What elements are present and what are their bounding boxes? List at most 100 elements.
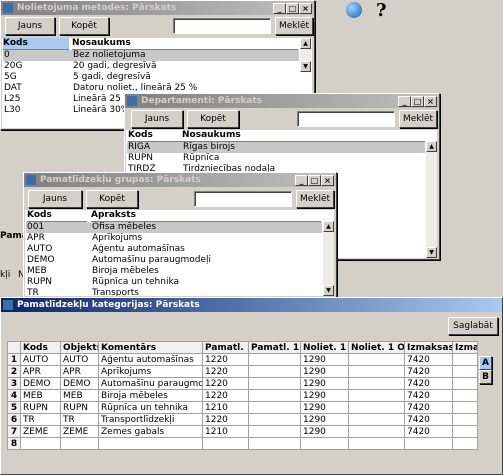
table-cell[interactable]: DEMO xyxy=(60,377,99,390)
help-icon[interactable]: ? xyxy=(376,0,387,21)
table-row[interactable]: 4 MEB MEB Biroja mēbeles 1220 1290 7420 xyxy=(7,389,478,402)
column-header[interactable]: Nosaukums xyxy=(72,38,298,50)
table-cell[interactable]: 7420 xyxy=(404,353,453,366)
column-header[interactable]: Apraksts xyxy=(91,210,321,222)
table-cell[interactable]: ZEME xyxy=(60,425,99,438)
table-cell[interactable] xyxy=(452,401,478,414)
table-cell[interactable] xyxy=(202,437,249,450)
table-cell[interactable] xyxy=(348,425,405,438)
vertical-scrollbar[interactable]: ▲ ▼ xyxy=(426,141,437,258)
table-cell[interactable]: DEMO xyxy=(20,377,61,390)
table-cell[interactable] xyxy=(300,437,349,450)
table-cell[interactable] xyxy=(452,413,478,426)
table-cell[interactable]: APR xyxy=(20,365,61,378)
table-cell[interactable] xyxy=(248,377,301,390)
side-tab-b[interactable]: B xyxy=(479,370,492,384)
table-cell[interactable]: Zemes gabals xyxy=(98,425,203,438)
table-cell[interactable] xyxy=(20,437,61,450)
new-button[interactable]: Jauns xyxy=(5,17,55,35)
table-row[interactable]: AUTO Aģentu automašīnas xyxy=(26,244,322,255)
table-cell[interactable] xyxy=(452,425,478,438)
new-button[interactable]: Jauns xyxy=(131,110,183,128)
table-cell[interactable] xyxy=(452,377,478,390)
copy-button[interactable]: Kopēt xyxy=(86,190,138,208)
column-header[interactable]: Izmaksas 1 xyxy=(404,341,453,354)
column-header[interactable]: Kods xyxy=(27,210,87,222)
table-cell[interactable]: MEB xyxy=(60,389,99,402)
column-header[interactable]: Noliet. 1 Obj xyxy=(348,341,405,354)
table-cell[interactable]: 1210 xyxy=(202,425,249,438)
close-button[interactable]: × xyxy=(299,3,312,14)
copy-button[interactable]: Kopēt xyxy=(59,17,109,35)
search-button[interactable]: Meklēt xyxy=(275,17,313,35)
table-cell[interactable]: RUPN xyxy=(20,401,61,414)
vertical-scrollbar[interactable]: ▲ ▼ xyxy=(300,38,311,72)
title-bar[interactable]: Departamenti: Pārskats _ □ × xyxy=(125,94,439,108)
table-row[interactable]: RUPN Rūpnīca xyxy=(127,153,425,164)
table-cell[interactable]: 1210 xyxy=(202,401,249,414)
side-tab-a[interactable]: A xyxy=(479,356,492,370)
table-cell[interactable]: 7420 xyxy=(404,401,453,414)
table-cell[interactable] xyxy=(348,401,405,414)
table-cell[interactable] xyxy=(348,353,405,366)
table-row[interactable]: 6 TR TR Transportlīdzekļi 1220 1290 7420 xyxy=(7,413,478,426)
search-input[interactable] xyxy=(194,191,292,207)
table-row[interactable]: TR Transports xyxy=(26,288,322,296)
table-cell[interactable]: 1290 xyxy=(300,389,349,402)
save-button[interactable]: Saglabāt xyxy=(448,317,498,335)
table-cell[interactable] xyxy=(248,365,301,378)
table-row[interactable]: 0 Bez nolietojuma xyxy=(3,50,299,61)
close-button[interactable]: × xyxy=(424,96,437,107)
table-cell[interactable]: MEB xyxy=(20,389,61,402)
column-header[interactable]: Objekts xyxy=(60,341,99,354)
table-cell[interactable]: 1290 xyxy=(300,365,349,378)
maximize-button[interactable]: □ xyxy=(308,175,321,186)
scroll-up-button[interactable]: ▲ xyxy=(426,141,437,152)
table-cell[interactable] xyxy=(60,437,99,450)
table-cell[interactable]: 7420 xyxy=(404,377,453,390)
table-cell[interactable] xyxy=(452,389,478,402)
column-header[interactable]: Pamatl. 1 xyxy=(202,341,249,354)
column-header[interactable]: Kods xyxy=(20,341,61,354)
column-header[interactable]: Nosaukums xyxy=(182,130,425,142)
table-row[interactable]: 8 xyxy=(7,437,478,450)
table-cell[interactable]: 7420 xyxy=(404,425,453,438)
table-cell[interactable] xyxy=(452,353,478,366)
table-row[interactable]: 5G 5 gadi, degresīvā xyxy=(3,72,299,83)
table-cell[interactable]: Rūpnīca un tehnika xyxy=(98,401,203,414)
table-cell[interactable] xyxy=(452,437,478,450)
table-cell[interactable]: 1290 xyxy=(300,353,349,366)
table-row[interactable]: 3DEMODEMOAutomašīnu paraugmod▸1220129074… xyxy=(7,377,478,390)
table-row[interactable]: 1 AUTO AUTO Aģentu automašīnas 1220 1290 7420 xyxy=(7,353,478,366)
table-cell[interactable]: 7420 xyxy=(404,365,453,378)
table-cell[interactable]: Biroja mēbeles xyxy=(98,389,203,402)
new-button[interactable]: Jauns xyxy=(28,190,82,208)
table-row[interactable]: APR Aprīkojums xyxy=(26,233,322,244)
table-cell[interactable] xyxy=(248,437,301,450)
table-cell[interactable] xyxy=(248,389,301,402)
table-cell[interactable] xyxy=(248,353,301,366)
table-cell[interactable]: AUTO xyxy=(60,353,99,366)
table-row[interactable]: 5 RUPN RUPN Rūpnīca un tehnika 1210 1290 7420 xyxy=(7,401,478,414)
table-cell[interactable]: RUPN xyxy=(60,401,99,414)
minimize-button[interactable]: _ xyxy=(295,175,308,186)
column-header[interactable]: Pamatl. 1 Obj xyxy=(248,341,301,354)
search-input[interactable] xyxy=(173,18,271,34)
table-cell[interactable]: 1290 xyxy=(300,413,349,426)
table-cell[interactable]: 7420 xyxy=(404,389,453,402)
table-cell[interactable] xyxy=(248,401,301,414)
minimize-button[interactable]: _ xyxy=(273,3,286,14)
table-row[interactable]: MEB Biroja mēbeles xyxy=(26,266,322,277)
table-cell[interactable]: ZEME xyxy=(20,425,61,438)
table-cell[interactable]: Aprīkojums xyxy=(98,365,203,378)
table-cell[interactable]: 1290 xyxy=(300,401,349,414)
column-header[interactable]: Komentārs xyxy=(98,341,203,354)
search-button[interactable]: Meklēt xyxy=(399,110,437,128)
table-cell[interactable] xyxy=(98,437,203,450)
table-cell[interactable] xyxy=(248,413,301,426)
maximize-button[interactable]: □ xyxy=(286,3,299,14)
table-row[interactable]: RIGA Rīgas birojs xyxy=(127,142,425,153)
search-input[interactable] xyxy=(297,111,395,127)
maximize-button[interactable]: □ xyxy=(411,96,424,107)
table-row[interactable]: DEMO Automašīnu paraugmodeļi xyxy=(26,255,322,266)
